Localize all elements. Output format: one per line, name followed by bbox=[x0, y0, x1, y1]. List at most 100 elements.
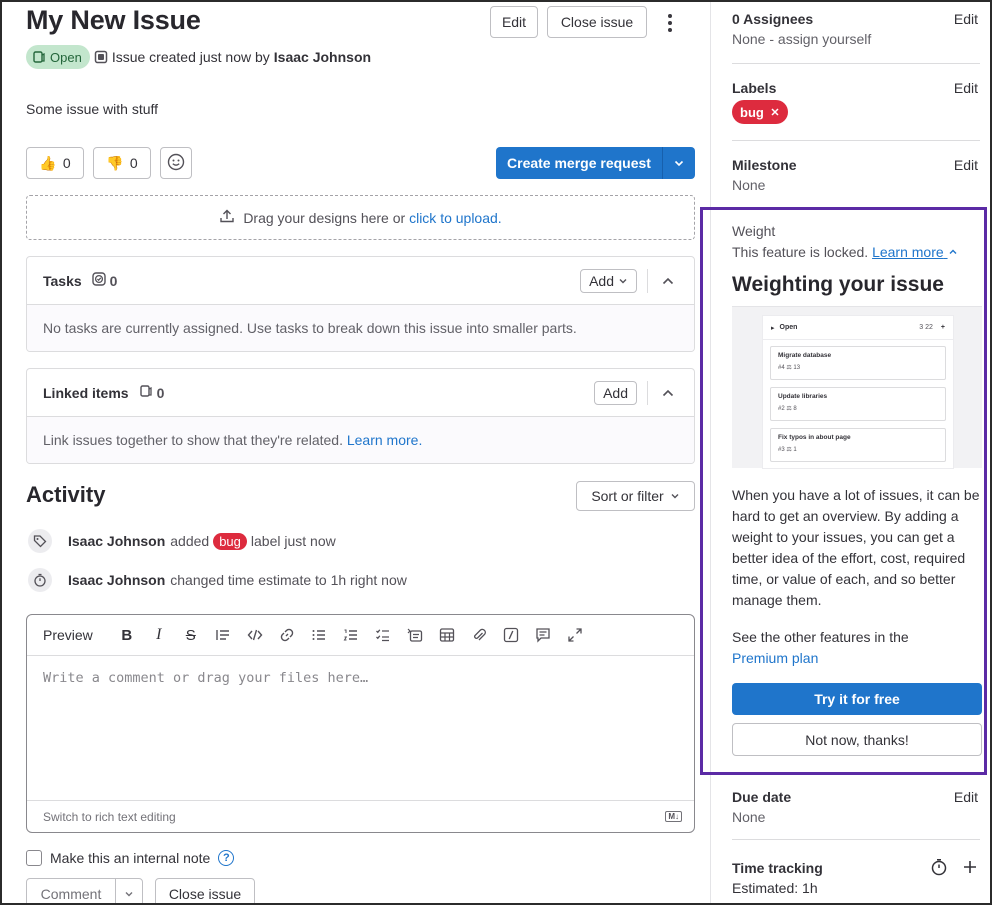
weight-premium-note: See the other features in the Premium pl… bbox=[732, 627, 984, 669]
preview-card-weight: 13 bbox=[793, 365, 801, 371]
assignees-section: 0 Assignees Edit None - assign yourself bbox=[732, 11, 980, 47]
add-reaction-button[interactable] bbox=[160, 147, 192, 179]
collapse-linked-icon[interactable] bbox=[658, 386, 678, 400]
smiley-icon bbox=[167, 153, 185, 174]
numbered-list-icon[interactable] bbox=[335, 621, 367, 649]
learn-more-text: Learn more bbox=[872, 244, 944, 260]
other-features-text: See the other features in the bbox=[732, 629, 909, 645]
time-tracking-section: Time tracking Estimated: 1h bbox=[732, 858, 980, 896]
activity-text: added bbox=[170, 533, 210, 549]
comment-editor: Preview B I S Write a comment or drag yo… bbox=[26, 614, 695, 833]
chevron-down-icon[interactable] bbox=[116, 889, 142, 899]
activity-user[interactable]: Isaac Johnson bbox=[68, 572, 165, 588]
issue-type-icon bbox=[94, 50, 108, 64]
edit-labels-button[interactable]: Edit bbox=[954, 80, 978, 96]
stopwatch-icon[interactable] bbox=[930, 858, 948, 879]
edit-due-date-button[interactable]: Edit bbox=[954, 789, 978, 805]
weight-learn-more-link[interactable]: Learn more bbox=[872, 244, 957, 260]
weight-upsell-panel: Weight This feature is locked. Learn mor… bbox=[700, 207, 987, 775]
comment-label: Comment bbox=[40, 886, 102, 902]
preview-header-label: Open bbox=[779, 324, 798, 331]
add-task-button[interactable]: Add bbox=[580, 268, 637, 293]
not-now-button[interactable]: Not now, thanks! bbox=[732, 723, 982, 756]
linked-items-card: Linked items 0 Add Link issues together … bbox=[26, 368, 695, 464]
chevron-down-icon[interactable] bbox=[663, 157, 695, 169]
comment-template-icon[interactable] bbox=[527, 621, 559, 649]
thumbs-down-button[interactable]: 👎 0 bbox=[93, 147, 151, 179]
milestone-title: Milestone bbox=[732, 157, 797, 173]
collapse-tasks-icon[interactable] bbox=[658, 274, 678, 288]
fullscreen-icon[interactable] bbox=[559, 621, 591, 649]
activity-item: Isaac Johnson changed time estimate to 1… bbox=[28, 567, 407, 593]
divider bbox=[732, 63, 980, 64]
comment-button[interactable]: Comment bbox=[26, 878, 143, 905]
preview-card: Fix typos in about page #3 ⚖ 1 bbox=[770, 428, 946, 462]
linked-empty-text: Link issues together to show that they'r… bbox=[43, 432, 343, 448]
weight-locked: This feature is locked. Learn more bbox=[732, 244, 958, 260]
sort-filter-label: Sort or filter bbox=[591, 488, 664, 504]
link-icon[interactable] bbox=[271, 621, 303, 649]
weight-heading: Weighting your issue bbox=[732, 273, 944, 296]
table-icon[interactable] bbox=[431, 621, 463, 649]
bullet-list-icon[interactable] bbox=[303, 621, 335, 649]
quote-icon[interactable] bbox=[207, 621, 239, 649]
comment-textarea[interactable]: Write a comment or drag your files here… bbox=[27, 656, 694, 800]
linked-learn-more-link[interactable]: Learn more. bbox=[347, 432, 422, 448]
chevron-down-icon bbox=[618, 273, 628, 289]
collapsible-section-icon[interactable] bbox=[399, 621, 431, 649]
activity-title: Activity bbox=[26, 482, 106, 507]
due-date-value: None bbox=[732, 809, 766, 825]
attach-file-icon[interactable] bbox=[463, 621, 495, 649]
internal-note-label: Make this an internal note bbox=[50, 850, 211, 866]
add-time-icon[interactable] bbox=[962, 859, 978, 878]
activity-text: label just now bbox=[250, 533, 336, 549]
tasks-empty-text: No tasks are currently assigned. Use tas… bbox=[27, 305, 694, 351]
edit-issue-button[interactable]: Edit bbox=[490, 6, 538, 38]
create-merge-request-label: Create merge request bbox=[507, 155, 651, 171]
upload-text: Drag your designs here or bbox=[243, 209, 406, 226]
preview-card: Migrate database #4 ⚖ 13 bbox=[770, 346, 946, 380]
internal-note-row: Make this an internal note ? bbox=[26, 848, 235, 868]
edit-assignees-button[interactable]: Edit bbox=[954, 11, 978, 27]
create-merge-request-button[interactable]: Create merge request bbox=[496, 147, 695, 179]
close-issue-button[interactable]: Close issue bbox=[547, 6, 647, 38]
switch-rich-text-link[interactable]: Switch to rich text editing bbox=[43, 810, 176, 824]
internal-note-checkbox[interactable] bbox=[26, 850, 42, 866]
add-linked-item-button[interactable]: Add bbox=[594, 380, 637, 405]
upload-link[interactable]: click to upload. bbox=[409, 210, 502, 226]
issue-meta: Open Issue created just now by Isaac Joh… bbox=[26, 45, 371, 69]
assignees-title: 0 Assignees bbox=[732, 11, 814, 27]
editor-toolbar: Preview B I S bbox=[27, 615, 694, 656]
edit-milestone-button[interactable]: Edit bbox=[954, 157, 978, 173]
divider bbox=[732, 839, 980, 840]
task-list-icon[interactable] bbox=[367, 621, 399, 649]
preview-tab[interactable]: Preview bbox=[43, 627, 93, 643]
sort-filter-dropdown[interactable]: Sort or filter bbox=[576, 481, 695, 511]
bug-label-text: bug bbox=[740, 104, 764, 120]
bug-label[interactable]: bug bbox=[732, 100, 788, 124]
help-icon[interactable]: ? bbox=[218, 850, 235, 866]
assign-yourself-link[interactable]: None - assign yourself bbox=[732, 31, 980, 47]
more-actions-icon[interactable] bbox=[660, 8, 680, 38]
premium-plan-link[interactable]: Premium plan bbox=[732, 650, 818, 666]
preview-card-weight: 1 bbox=[793, 447, 797, 453]
thumbs-up-button[interactable]: 👍 0 bbox=[26, 147, 84, 179]
bug-label-badge[interactable]: bug bbox=[213, 532, 247, 550]
remove-label-icon[interactable] bbox=[770, 105, 780, 120]
preview-card-id: #4 bbox=[778, 365, 785, 371]
preview-card-weight: 8 bbox=[793, 406, 797, 412]
milestone-section: Milestone Edit None bbox=[732, 157, 980, 193]
try-free-button[interactable]: Try it for free bbox=[732, 683, 982, 715]
quick-actions-icon[interactable] bbox=[495, 621, 527, 649]
italic-icon[interactable]: I bbox=[143, 621, 175, 649]
design-upload-dropzone[interactable]: Drag your designs here or click to uploa… bbox=[26, 195, 695, 240]
activity-user[interactable]: Isaac Johnson bbox=[68, 533, 165, 549]
author-link[interactable]: Isaac Johnson bbox=[274, 49, 371, 65]
locked-text: This feature is locked. bbox=[732, 244, 869, 260]
close-issue-bottom-button[interactable]: Close issue bbox=[155, 878, 255, 905]
strikethrough-icon[interactable]: S bbox=[175, 621, 207, 649]
preview-card-name: Fix typos in about page bbox=[778, 434, 851, 441]
linked-items-count: 0 bbox=[156, 384, 165, 401]
bold-icon[interactable]: B bbox=[111, 621, 143, 649]
code-icon[interactable] bbox=[239, 621, 271, 649]
